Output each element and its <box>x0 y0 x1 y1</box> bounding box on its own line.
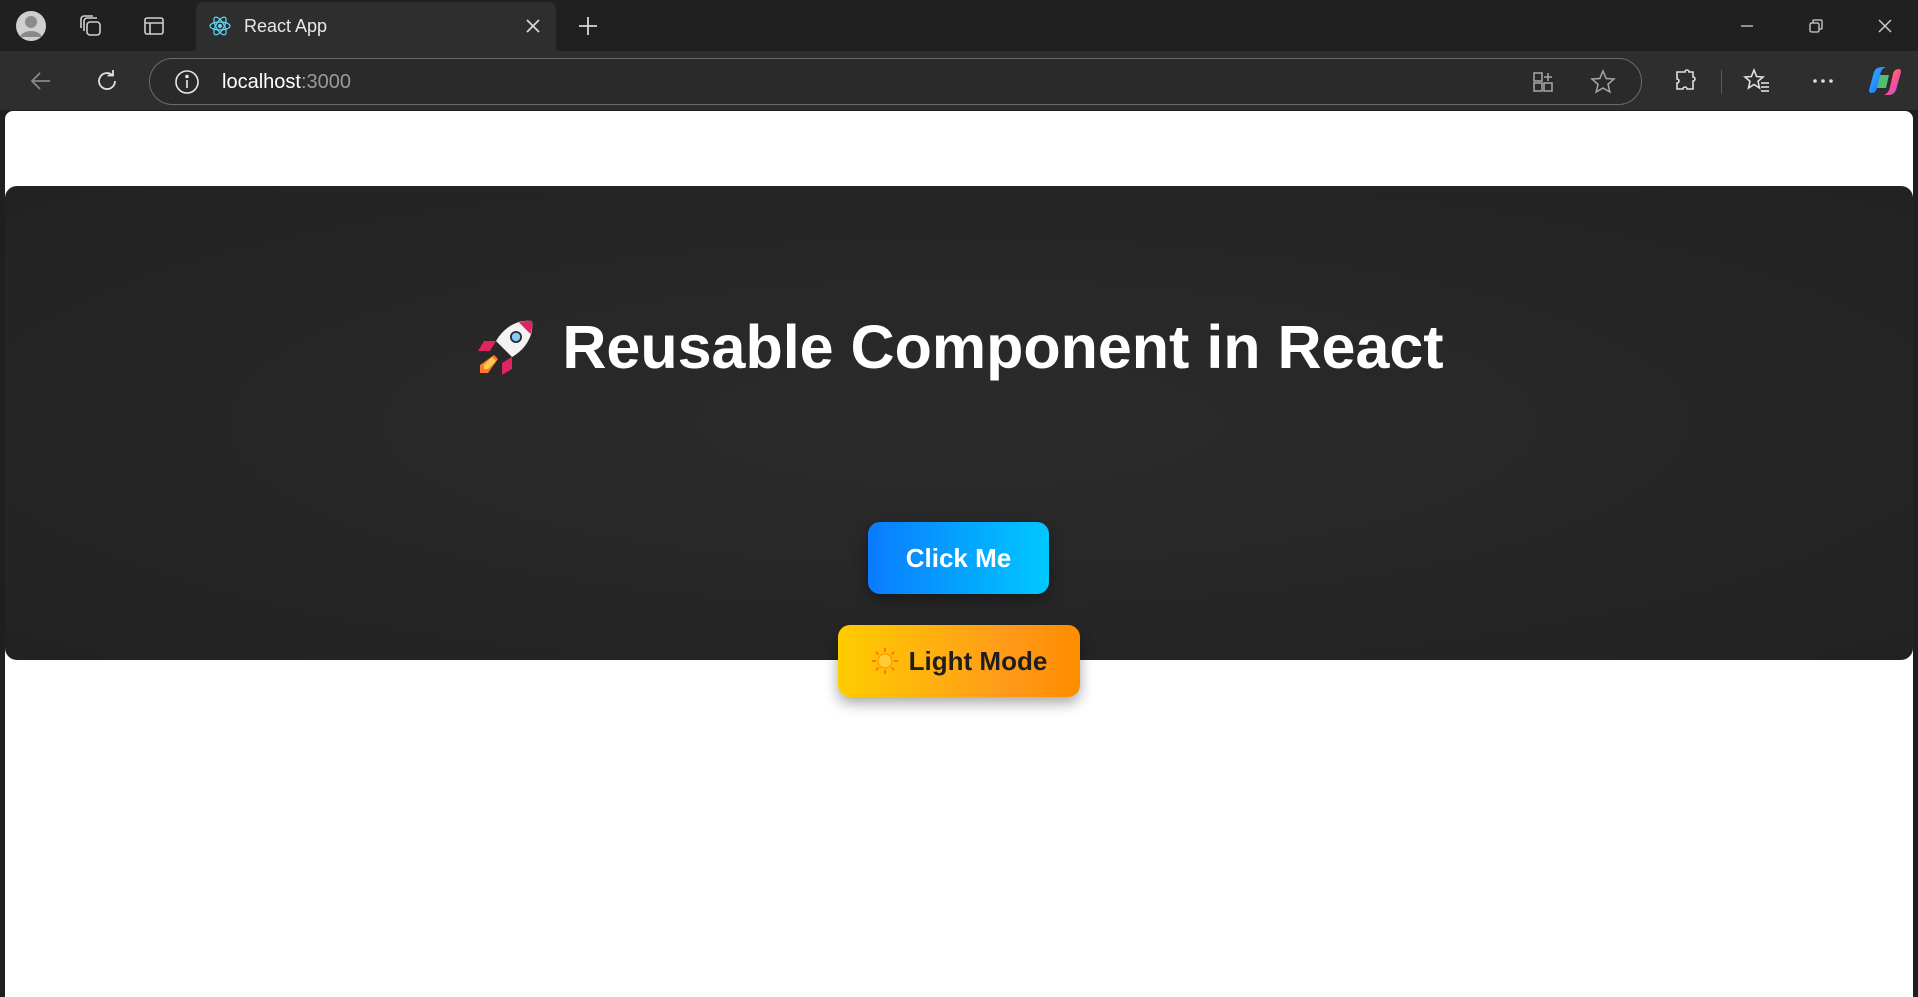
extensions-icon[interactable] <box>1667 62 1705 100</box>
light-mode-toggle-button[interactable]: Light Mode <box>838 625 1080 697</box>
favorites-icon[interactable] <box>1738 62 1776 100</box>
tab-actions-icon[interactable] <box>136 8 172 44</box>
profile-avatar-icon[interactable] <box>13 8 49 44</box>
page-title-text: Reusable Component in React <box>562 313 1444 381</box>
page-title: Reusable Component in React <box>5 312 1913 382</box>
app-available-icon[interactable] <box>1528 67 1558 97</box>
close-tab-icon[interactable] <box>522 15 544 37</box>
copilot-icon[interactable] <box>1866 62 1904 100</box>
browser-toolbar: localhost:3000 <box>0 51 1918 110</box>
url-port: :3000 <box>300 71 351 93</box>
rocket-icon <box>474 315 538 379</box>
workspaces-icon[interactable] <box>73 8 109 44</box>
react-logo-icon <box>208 14 232 38</box>
url-host: localhost <box>222 71 301 93</box>
toolbar-divider <box>1721 70 1722 94</box>
address-bar[interactable]: localhost:3000 <box>149 58 1642 105</box>
url-text[interactable]: localhost:3000 <box>222 71 351 94</box>
back-arrow-icon[interactable] <box>22 62 60 100</box>
close-window-icon[interactable] <box>1861 8 1909 44</box>
light-mode-label: Light Mode <box>908 645 1048 676</box>
tab-title: React App <box>244 16 328 36</box>
restore-icon[interactable] <box>1792 8 1840 44</box>
click-me-button[interactable]: Click Me <box>868 522 1049 594</box>
favorite-star-icon[interactable] <box>1588 67 1618 97</box>
tab-react-app[interactable]: React App <box>196 2 556 51</box>
hero-card: Reusable Component in React Click Me Lig… <box>5 186 1913 697</box>
minimize-icon[interactable] <box>1723 8 1771 44</box>
site-info-icon[interactable] <box>174 69 200 95</box>
sun-icon <box>871 647 899 675</box>
tab-strip: React App <box>0 0 1918 51</box>
new-tab-icon[interactable] <box>570 8 606 44</box>
refresh-icon[interactable] <box>88 62 126 100</box>
more-options-icon[interactable] <box>1804 62 1842 100</box>
page-viewport: Reusable Component in React Click Me Lig… <box>5 111 1913 997</box>
